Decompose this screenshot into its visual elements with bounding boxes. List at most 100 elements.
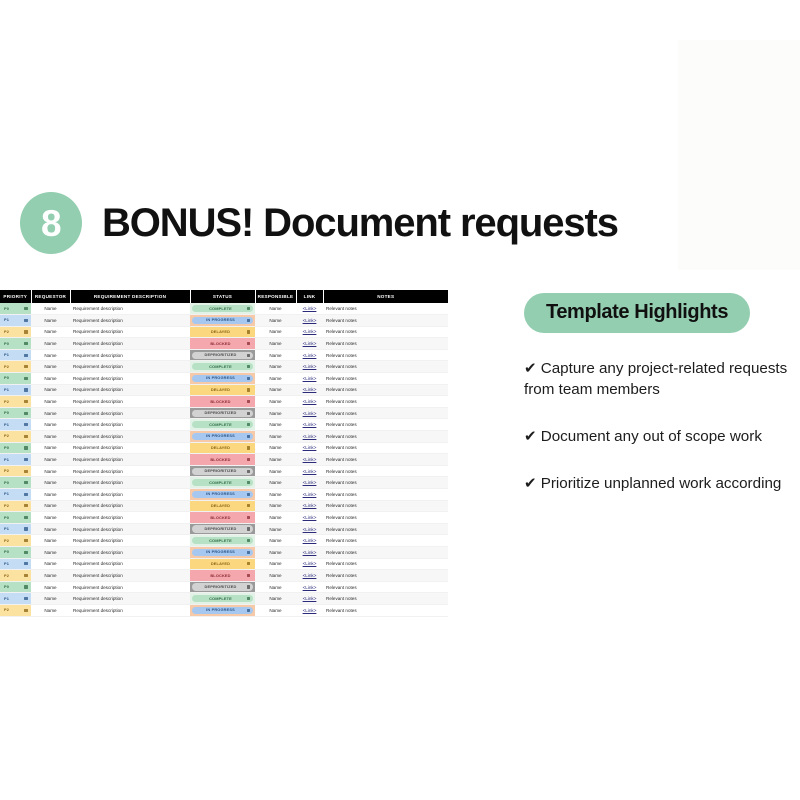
status-badge[interactable]: DEPRIORITIZED	[192, 583, 253, 591]
link-text[interactable]: <Link>	[303, 480, 317, 485]
chevron-down-icon[interactable]	[24, 481, 28, 485]
link-text[interactable]: <Link>	[303, 538, 317, 543]
status-badge[interactable]: DELAYED	[192, 386, 253, 394]
cell-responsible[interactable]: Name	[255, 430, 296, 443]
cell-notes[interactable]: Relevant notes	[323, 546, 448, 559]
cell-status[interactable]: IN PROGRESS	[190, 314, 255, 327]
priority-badge[interactable]: P0	[2, 514, 29, 521]
cell-priority[interactable]: P0	[0, 442, 31, 455]
link-text[interactable]: <Link>	[303, 364, 317, 369]
priority-badge[interactable]: P1	[2, 421, 29, 428]
chevron-down-icon[interactable]	[246, 365, 250, 369]
column-header-notes[interactable]: NOTES	[322, 290, 448, 303]
chevron-down-icon[interactable]	[246, 330, 250, 334]
chevron-down-icon[interactable]	[246, 550, 250, 554]
cell-status[interactable]: BLOCKED	[190, 569, 255, 582]
status-badge[interactable]: IN PROGRESS	[192, 316, 253, 324]
chevron-down-icon[interactable]	[24, 504, 28, 508]
chevron-down-icon[interactable]	[246, 457, 250, 462]
cell-responsible[interactable]: Name	[255, 360, 296, 374]
cell-requestor[interactable]: Name	[31, 569, 70, 582]
cell-requestor[interactable]: Name	[31, 476, 70, 489]
cell-link[interactable]: <Link>	[296, 372, 323, 385]
table-row[interactable]: P1 Name Requirement description DEPRIORITIZ…	[0, 349, 448, 362]
cell-description[interactable]: Requirement description	[70, 407, 190, 420]
cell-requestor[interactable]: Name	[31, 511, 70, 524]
link-text[interactable]: <Link>	[303, 387, 317, 392]
cell-responsible[interactable]: Name	[255, 418, 296, 432]
chevron-down-icon[interactable]	[246, 388, 250, 392]
link-text[interactable]: <Link>	[303, 515, 317, 520]
cell-priority[interactable]: P1	[0, 349, 31, 362]
cell-requestor[interactable]: Name	[31, 500, 70, 513]
chevron-down-icon[interactable]	[246, 306, 250, 311]
status-badge[interactable]: BLOCKED	[192, 513, 253, 522]
column-header-responsible[interactable]: RESPONSIBLE	[254, 290, 297, 303]
column-header-requestor[interactable]: REQUESTOR	[30, 290, 71, 303]
cell-description[interactable]: Requirement description	[70, 546, 190, 559]
link-text[interactable]: <Link>	[303, 561, 317, 566]
cell-status[interactable]: DEPRIORITIZED	[190, 465, 255, 478]
cell-responsible[interactable]: Name	[255, 326, 296, 339]
cell-requestor[interactable]: Name	[31, 337, 70, 350]
cell-priority[interactable]: P2	[0, 569, 31, 582]
cell-requestor[interactable]: Name	[31, 581, 70, 594]
cell-description[interactable]: Requirement description	[70, 581, 190, 594]
cell-description[interactable]: Requirement description	[70, 430, 190, 443]
chevron-down-icon[interactable]	[24, 515, 28, 520]
priority-badge[interactable]: P0	[2, 444, 29, 451]
cell-priority[interactable]: P2	[0, 500, 31, 513]
chevron-down-icon[interactable]	[246, 376, 250, 380]
cell-description[interactable]: Requirement description	[70, 604, 190, 617]
cell-link[interactable]: <Link>	[296, 581, 323, 594]
priority-badge[interactable]: P1	[2, 595, 29, 602]
priority-badge[interactable]: P2	[2, 502, 29, 509]
cell-description[interactable]: Requirement description	[70, 314, 190, 327]
table-row[interactable]: P0 Name Requirement description BLOCKED Name…	[0, 511, 448, 524]
cell-description[interactable]: Requirement description	[70, 465, 190, 478]
cell-notes[interactable]: Relevant notes	[323, 430, 448, 443]
link-text[interactable]: <Link>	[303, 318, 317, 323]
status-badge[interactable]: DELAYED	[192, 328, 253, 336]
priority-badge[interactable]: P0	[2, 305, 29, 312]
chevron-down-icon[interactable]	[24, 341, 28, 346]
chevron-down-icon[interactable]	[24, 353, 28, 357]
cell-priority[interactable]: P1	[0, 558, 31, 571]
cell-link[interactable]: <Link>	[296, 418, 323, 432]
cell-notes[interactable]: Relevant notes	[323, 604, 448, 617]
cell-responsible[interactable]: Name	[255, 465, 296, 478]
cell-notes[interactable]: Relevant notes	[323, 500, 448, 513]
cell-link[interactable]: <Link>	[296, 558, 323, 571]
cell-link[interactable]: <Link>	[296, 442, 323, 455]
cell-description[interactable]: Requirement description	[70, 476, 190, 489]
chevron-down-icon[interactable]	[24, 306, 28, 311]
cell-link[interactable]: <Link>	[296, 384, 323, 397]
chevron-down-icon[interactable]	[246, 573, 250, 578]
cell-link[interactable]: <Link>	[296, 500, 323, 513]
chevron-down-icon[interactable]	[24, 318, 28, 322]
status-badge[interactable]: IN PROGRESS	[192, 548, 253, 556]
link-text[interactable]: <Link>	[303, 573, 317, 578]
cell-responsible[interactable]: Name	[255, 395, 296, 408]
chevron-down-icon[interactable]	[246, 504, 250, 508]
status-badge[interactable]: BLOCKED	[192, 397, 253, 406]
chevron-down-icon[interactable]	[246, 585, 250, 589]
cell-requestor[interactable]: Name	[31, 592, 70, 605]
cell-responsible[interactable]: Name	[255, 476, 296, 489]
cell-notes[interactable]: Relevant notes	[323, 314, 448, 327]
cell-priority[interactable]: P0	[0, 372, 31, 385]
priority-badge[interactable]: P1	[2, 456, 29, 463]
cell-responsible[interactable]: Name	[255, 384, 296, 397]
cell-status[interactable]: DEPRIORITIZED	[190, 349, 255, 362]
chevron-down-icon[interactable]	[24, 423, 28, 427]
cell-responsible[interactable]: Name	[255, 303, 296, 316]
table-row[interactable]: P2 Name Requirement description IN PROGRESS…	[0, 430, 448, 443]
chevron-down-icon[interactable]	[246, 515, 250, 520]
table-row[interactable]: P0 Name Requirement description COMPLETE Nam…	[0, 303, 448, 316]
link-text[interactable]: <Link>	[303, 329, 317, 334]
cell-status[interactable]: IN PROGRESS	[190, 604, 255, 617]
status-badge[interactable]: COMPLETE	[192, 363, 253, 371]
column-header-priority[interactable]: PRIORITY	[0, 290, 32, 303]
table-row[interactable]: P1 Name Requirement description DEPRIORITIZ…	[0, 523, 448, 536]
table-row[interactable]: P0 Name Requirement description DELAYED Name…	[0, 442, 448, 455]
